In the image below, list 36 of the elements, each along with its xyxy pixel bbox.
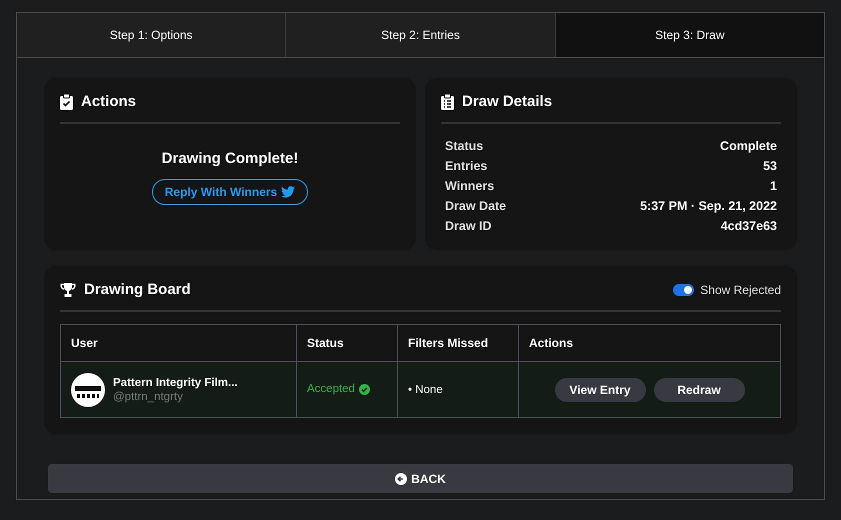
toggle-label: Show Rejected [700,282,781,299]
detail-value: Complete [720,138,777,155]
detail-label: Status [445,138,484,155]
detail-label: Draw Date [445,198,506,215]
step-tab[interactable]: Step 1: Options [17,13,286,57]
card-title: Draw Details [462,92,552,112]
trophy-icon [60,283,76,297]
detail-value: 53 [763,158,777,175]
step-tab[interactable]: Step 2: Entries [285,13,555,57]
detail-value: 5:37 PM · Sep. 21, 2022 [640,198,777,215]
arrow-left-circle-icon [395,472,408,484]
avatar-icon [71,372,105,406]
step-tab[interactable]: Step 3: Draw [554,13,824,57]
clipboard-check-icon [60,94,73,110]
status-text: Accepted [307,382,355,397]
column-header: User [60,324,296,362]
show-rejected-toggle[interactable] [673,284,694,296]
back-button[interactable]: BACK [48,464,793,493]
status-message: Drawing Complete! [162,149,298,169]
detail-label: Winners [445,178,494,195]
bird-icon [281,186,296,198]
filters-missed-text: • None [408,384,443,396]
clipboard-list-icon [441,94,454,110]
reply-with-winners-button[interactable]: Reply With Winners [152,178,308,204]
detail-value: 1 [770,178,777,195]
card-title: Drawing Board [84,280,191,300]
column-header: Actions [518,324,780,362]
detail-label: Draw ID [445,218,492,235]
user-name: Pattern Integrity Film... [113,376,238,390]
detail-value: 4cd37e63 [720,218,777,235]
detail-label: Entries [445,158,488,175]
card-title: Actions [81,92,136,112]
check-circle-icon [358,384,370,395]
user-handle: @pttrn_ntgrty [113,390,184,404]
row-action-button[interactable]: Redraw [654,378,744,402]
row-action-button[interactable]: View Entry [554,378,646,402]
